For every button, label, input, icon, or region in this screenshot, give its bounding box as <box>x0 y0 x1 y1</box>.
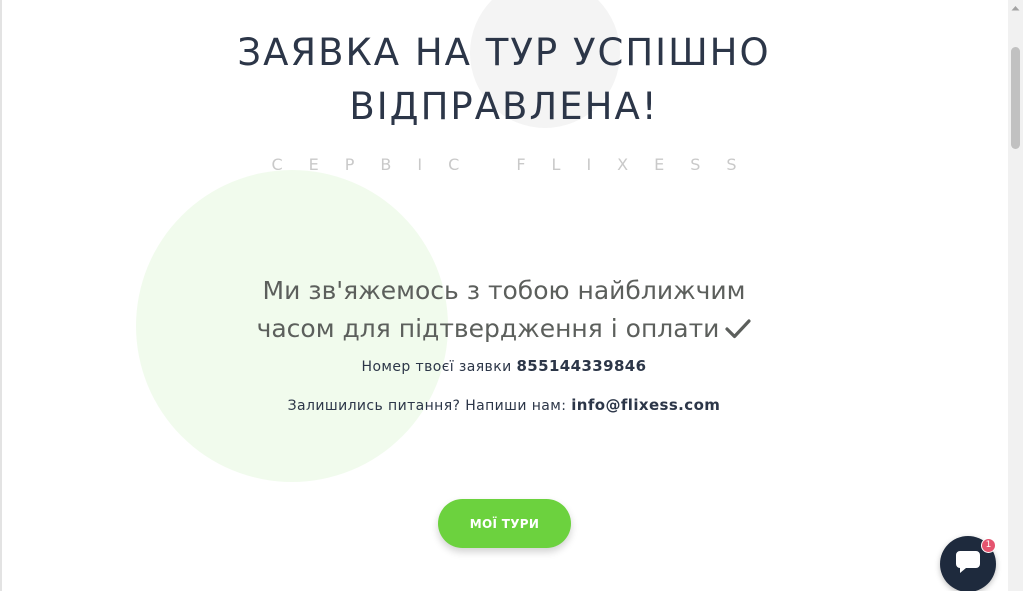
message-line-1: Ми зв'яжемось з тобою найближчим <box>262 276 746 305</box>
page-title: ЗАЯВКА НА ТУР УСПІШНО ВІДПРАВЛЕНА! <box>0 26 1008 134</box>
page: ЗАЯВКА НА ТУР УСПІШНО ВІДПРАВЛЕНА! СЕРВІ… <box>0 0 1023 591</box>
scrollbar-thumb[interactable] <box>1011 47 1020 149</box>
chat-notification-badge: 1 <box>981 538 996 553</box>
title-line-2: ВІДПРАВЛЕНА! <box>349 85 659 128</box>
brand-subtitle: СЕРВІС FLIXESS <box>271 155 763 174</box>
order-number-value: 855144339846 <box>516 357 647 375</box>
contact-email-link[interactable]: info@flixess.com <box>571 396 720 414</box>
order-number-line: Номер твоєї заявки 855144339846 <box>0 357 1008 375</box>
chat-bubble-icon <box>954 549 982 579</box>
confirmation-message: Ми зв'яжемось з тобою найближчим часом д… <box>230 272 778 351</box>
message-line-2: часом для підтвердження і оплати <box>256 314 720 343</box>
scroll-up-arrow-icon[interactable] <box>1008 0 1023 16</box>
check-icon <box>725 313 752 351</box>
order-number-label: Номер твоєї заявки <box>361 359 512 375</box>
contact-label: Залишились питання? Напиши нам: <box>287 398 567 414</box>
my-tours-button[interactable]: МОЇ ТУРИ <box>438 499 571 548</box>
contact-line: Залишились питання? Напиши нам: info@fli… <box>0 396 1008 414</box>
title-line-1: ЗАЯВКА НА ТУР УСПІШНО <box>237 31 771 74</box>
